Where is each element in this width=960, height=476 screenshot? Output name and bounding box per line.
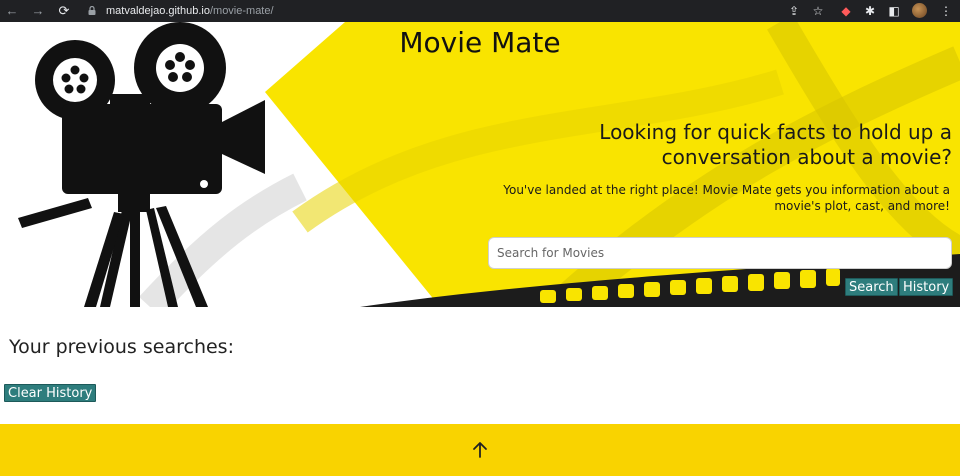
sidepanel-icon[interactable]: ◧ [886, 3, 902, 19]
search-input[interactable] [488, 237, 952, 269]
profile-avatar[interactable] [912, 3, 927, 18]
reload-icon[interactable]: ⟳ [56, 3, 72, 19]
hero-banner: Movie Mate Looking for quick facts to ho… [0, 22, 960, 307]
history-button[interactable]: History [899, 278, 954, 296]
clear-history-button[interactable]: Clear History [4, 384, 97, 402]
back-icon[interactable]: ← [4, 3, 20, 19]
tagline: Looking for quick facts to hold up a con… [599, 120, 952, 169]
history-heading: Your previous searches: [9, 336, 234, 358]
share-icon[interactable]: ⇪ [786, 3, 802, 19]
search-button[interactable]: Search [845, 278, 898, 296]
footer [0, 424, 960, 476]
hero-description: You've landed at the right place! Movie … [503, 183, 950, 213]
extension-icon[interactable]: ◆ [838, 3, 854, 19]
address-bar[interactable]: matvaldejao.github.io/movie-mate/ [82, 2, 842, 20]
url-text: matvaldejao.github.io/movie-mate/ [106, 5, 274, 17]
lock-icon [88, 6, 96, 15]
camera-illustration [18, 22, 265, 307]
browser-toolbar: ← → ⟳ matvaldejao.github.io/movie-mate/ … [0, 0, 960, 22]
menu-icon[interactable]: ⋮ [938, 3, 954, 19]
arrow-up-icon[interactable] [471, 441, 489, 459]
forward-icon[interactable]: → [30, 3, 46, 19]
site-title: Movie Mate [399, 26, 561, 59]
puzzle-icon[interactable]: ✱ [862, 3, 878, 19]
star-icon[interactable]: ☆ [810, 3, 826, 19]
